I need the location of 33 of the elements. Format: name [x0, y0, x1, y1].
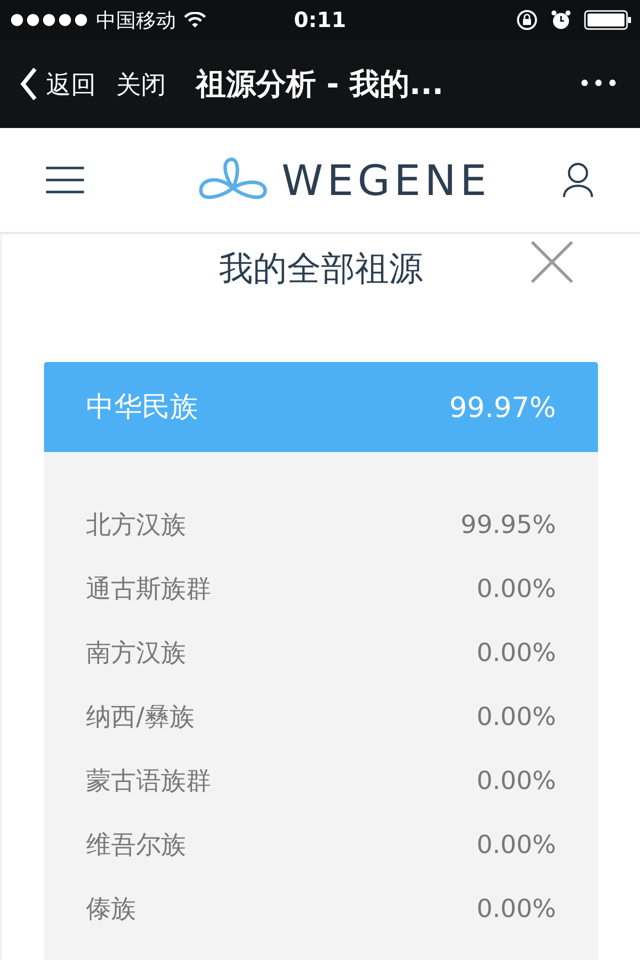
- wifi-icon: [184, 12, 206, 28]
- signal-icon: [10, 13, 88, 27]
- ancestry-percent: 99.95%: [460, 510, 556, 538]
- ancestry-name: 傣族: [86, 892, 136, 924]
- menu-icon[interactable]: [46, 166, 86, 194]
- modal-title: 我的全部祖源: [219, 248, 423, 291]
- chevron-left-icon: [20, 67, 38, 101]
- ancestry-percent: 0.00%: [476, 574, 556, 602]
- more-button[interactable]: •••: [578, 72, 620, 96]
- close-icon[interactable]: [530, 240, 574, 284]
- ancestry-name: 纳西/彝族: [86, 700, 194, 732]
- carrier-name: 中国移动: [96, 6, 176, 34]
- battery-icon: [584, 9, 632, 31]
- group-percent: 99.97%: [449, 390, 556, 424]
- rotation-lock-icon: [516, 9, 538, 31]
- group-name: 中华民族: [86, 389, 198, 425]
- ancestry-percent: 0.00%: [476, 638, 556, 666]
- ancestry-name: 北方汉族: [86, 508, 186, 540]
- ancestry-percent: 0.00%: [476, 702, 556, 730]
- status-time: 0:11: [294, 8, 346, 32]
- ancestry-name: 通古斯族群: [86, 572, 211, 604]
- close-button[interactable]: 关闭: [116, 68, 166, 100]
- page-title: 祖源分析 - 我的...: [196, 66, 445, 104]
- ancestry-percent: 0.00%: [476, 894, 556, 922]
- alarm-icon: [550, 9, 572, 31]
- ancestry-name: 南方汉族: [86, 636, 186, 668]
- ancestry-name: 蒙古语族群: [86, 764, 211, 796]
- back-button[interactable]: 返回: [20, 67, 96, 101]
- ancestry-percent: 0.00%: [476, 766, 556, 794]
- ancestry-name: 维吾尔族: [86, 828, 186, 860]
- ancestry-percent: 0.00%: [476, 830, 556, 858]
- logo-text: WEGENE: [281, 156, 491, 204]
- user-icon[interactable]: [562, 162, 594, 198]
